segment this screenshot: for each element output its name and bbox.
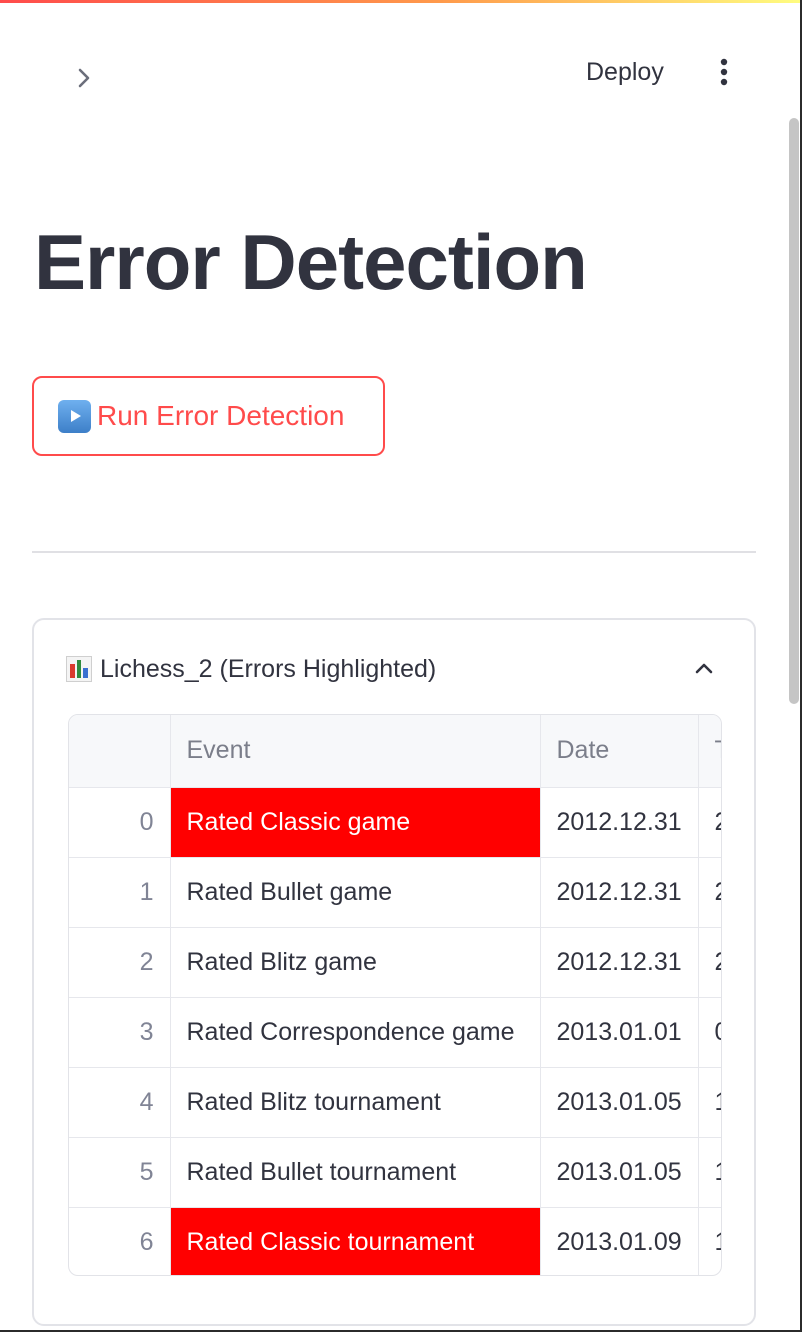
table-row: 2Rated Blitz game2012.12.312 <box>69 927 721 998</box>
event-cell[interactable]: Rated Bullet game <box>170 857 541 928</box>
truncated-cell[interactable]: 2 <box>698 927 721 998</box>
expander-title: Lichess_2 (Errors Highlighted) <box>100 654 437 683</box>
truncated-cell[interactable]: 2 <box>698 787 721 858</box>
main-menu-button[interactable] <box>706 52 742 92</box>
collapse-toggle[interactable] <box>686 650 722 686</box>
top-decoration-bar <box>0 0 802 3</box>
date-cell[interactable]: 2013.01.05 <box>540 1137 699 1208</box>
play-button-icon <box>58 399 91 433</box>
row-index-cell[interactable]: 5 <box>69 1137 171 1208</box>
more-vertical-icon <box>720 58 728 86</box>
table-row: 4Rated Blitz tournament2013.01.051 <box>69 1067 721 1138</box>
row-index-cell[interactable]: 1 <box>69 857 171 928</box>
event-cell[interactable]: Rated Bullet tournament <box>170 1137 541 1208</box>
event-cell[interactable]: Rated Blitz tournament <box>170 1067 541 1138</box>
table-row: 1Rated Bullet game2012.12.312 <box>69 857 721 928</box>
event-cell-error[interactable]: Rated Classic tournament <box>170 1207 541 1275</box>
dataset-expander: Lichess_2 (Errors Highlighted) Event Dat… <box>32 618 756 1326</box>
row-index-cell[interactable]: 6 <box>69 1207 171 1275</box>
row-index-cell[interactable]: 3 <box>69 997 171 1068</box>
event-cell[interactable]: Rated Correspondence game <box>170 997 541 1068</box>
page-scrollbar[interactable] <box>789 118 799 704</box>
errors-table: Event Date T 0Rated Classic game2012.12.… <box>69 715 721 1275</box>
page-title: Error Detection <box>34 218 588 306</box>
sidebar-expand-button[interactable] <box>64 58 104 98</box>
date-cell[interactable]: 2012.12.31 <box>540 787 699 858</box>
column-header-date[interactable]: Date <box>540 715 699 788</box>
row-index-cell[interactable]: 4 <box>69 1067 171 1138</box>
column-header-truncated[interactable]: T <box>698 715 721 788</box>
date-cell[interactable]: 2012.12.31 <box>540 857 699 928</box>
chevron-right-icon <box>78 68 90 88</box>
row-index-cell[interactable]: 2 <box>69 927 171 998</box>
data-table[interactable]: Event Date T 0Rated Classic game2012.12.… <box>68 714 722 1276</box>
date-cell[interactable]: 2013.01.05 <box>540 1067 699 1138</box>
row-index-cell[interactable]: 0 <box>69 787 171 858</box>
column-header-event[interactable]: Event <box>170 715 541 788</box>
table-row: 0Rated Classic game2012.12.312 <box>69 787 721 858</box>
table-row: 3Rated Correspondence game2013.01.010 <box>69 997 721 1068</box>
date-cell[interactable]: 2013.01.01 <box>540 997 699 1068</box>
date-cell[interactable]: 2012.12.31 <box>540 927 699 998</box>
date-cell[interactable]: 2013.01.09 <box>540 1207 699 1275</box>
event-cell[interactable]: Rated Blitz game <box>170 927 541 998</box>
column-header-index[interactable] <box>69 715 171 788</box>
table-row: 6Rated Classic tournament2013.01.091 <box>69 1207 721 1275</box>
truncated-cell[interactable]: 0 <box>698 997 721 1068</box>
section-divider <box>32 551 756 553</box>
table-row: 5Rated Bullet tournament2013.01.051 <box>69 1137 721 1208</box>
expander-header[interactable]: Lichess_2 (Errors Highlighted) <box>66 644 726 694</box>
truncated-cell[interactable]: 1 <box>698 1207 721 1275</box>
deploy-button[interactable]: Deploy <box>572 52 678 92</box>
bar-chart-icon <box>66 656 92 682</box>
truncated-cell[interactable]: 2 <box>698 857 721 928</box>
table-header-row: Event Date T <box>69 715 721 788</box>
truncated-cell[interactable]: 1 <box>698 1067 721 1138</box>
run-button-label: Run Error Detection <box>97 400 345 431</box>
truncated-cell[interactable]: 1 <box>698 1137 721 1208</box>
chevron-up-icon <box>695 663 713 674</box>
run-error-detection-button[interactable]: Run Error Detection <box>32 376 385 456</box>
event-cell-error[interactable]: Rated Classic game <box>170 787 541 858</box>
